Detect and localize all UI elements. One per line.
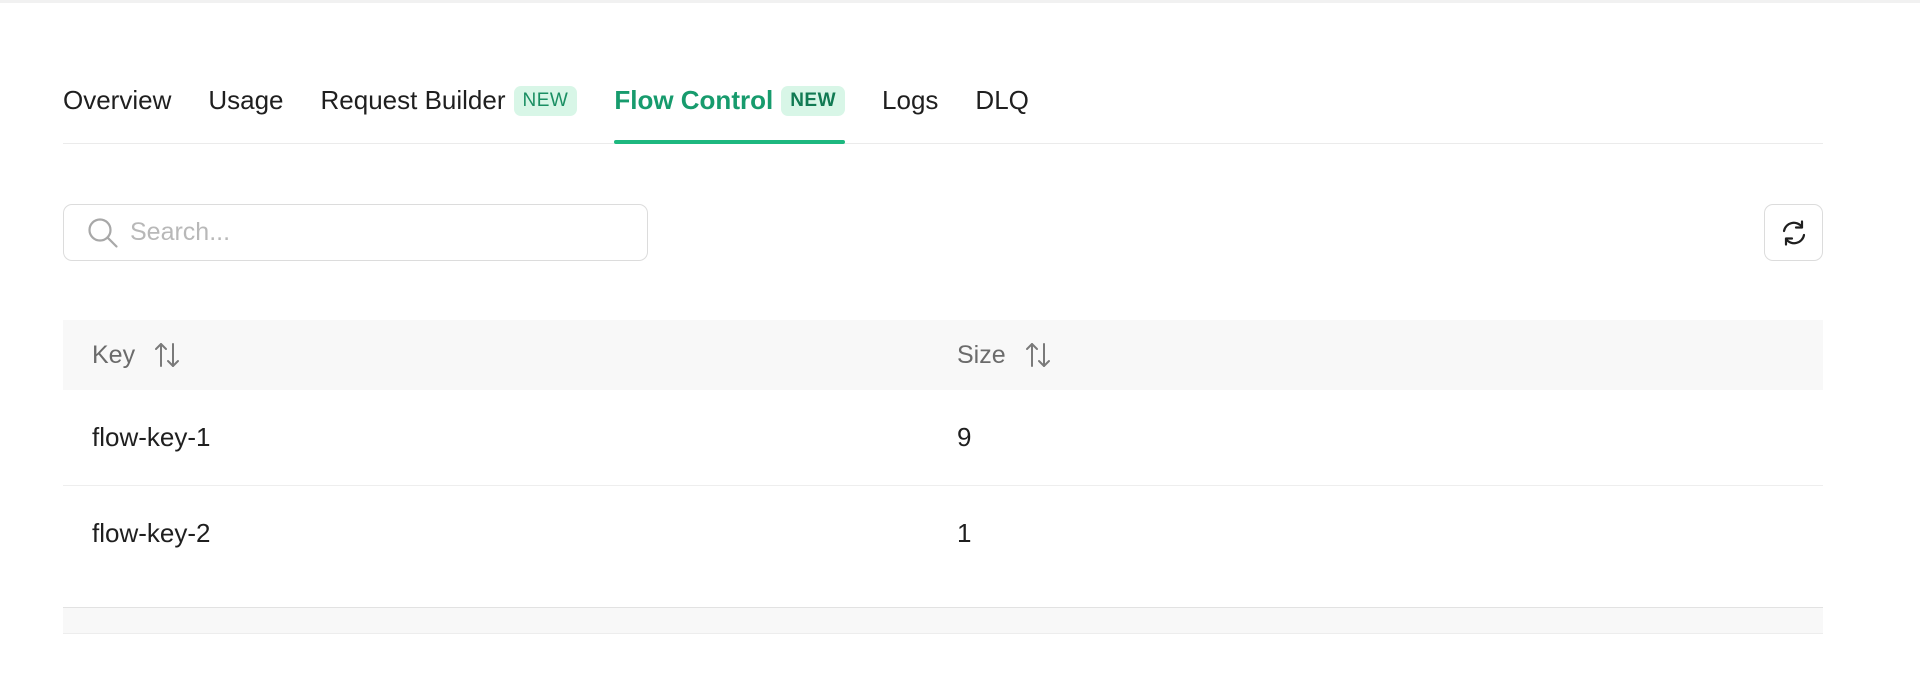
search-icon [88,217,118,248]
table-header: Key Size [63,320,1823,390]
table-footer [63,607,1823,634]
cell-size: 1 [957,518,972,548]
tab-bar: Overview Usage Request Builder NEW Flow … [63,80,1823,144]
column-header-key[interactable]: Key [63,340,928,370]
tab-flow-control[interactable]: Flow Control NEW [614,80,846,144]
tab-label: DLQ [975,85,1029,115]
tab-overview[interactable]: Overview [63,80,171,143]
tab-label: Usage [208,85,284,115]
tab-label: Overview [63,85,172,115]
table-row[interactable]: flow-key-2 1 [63,486,1823,581]
column-label: Key [92,340,136,369]
refresh-button[interactable] [1764,204,1823,261]
new-badge: NEW [781,85,846,116]
tab-dlq[interactable]: DLQ [975,80,1028,143]
sort-icon[interactable] [153,340,181,370]
tab-label: Request Builder [320,85,506,115]
table-row[interactable]: flow-key-1 9 [63,390,1823,486]
cell-size: 9 [957,422,972,452]
tab-logs[interactable]: Logs [882,80,938,143]
top-divider [0,0,1920,3]
new-badge: NEW [513,85,578,116]
tab-label: Logs [882,85,939,115]
tab-request-builder[interactable]: Request Builder NEW [321,80,578,143]
cell-key: flow-key-2 [92,518,211,548]
sort-icon[interactable] [1024,340,1052,370]
tab-label: Flow Control [614,85,774,115]
refresh-icon [1782,219,1805,246]
cell-key: flow-key-1 [92,422,211,452]
search-box[interactable] [63,204,648,261]
column-label: Size [957,340,1006,369]
column-header-size[interactable]: Size [928,340,1823,370]
search-input[interactable] [128,217,612,248]
data-table: Key Size flow-key-1 9 flow-key-2 1 [63,320,1823,581]
tab-usage[interactable]: Usage [208,80,283,143]
